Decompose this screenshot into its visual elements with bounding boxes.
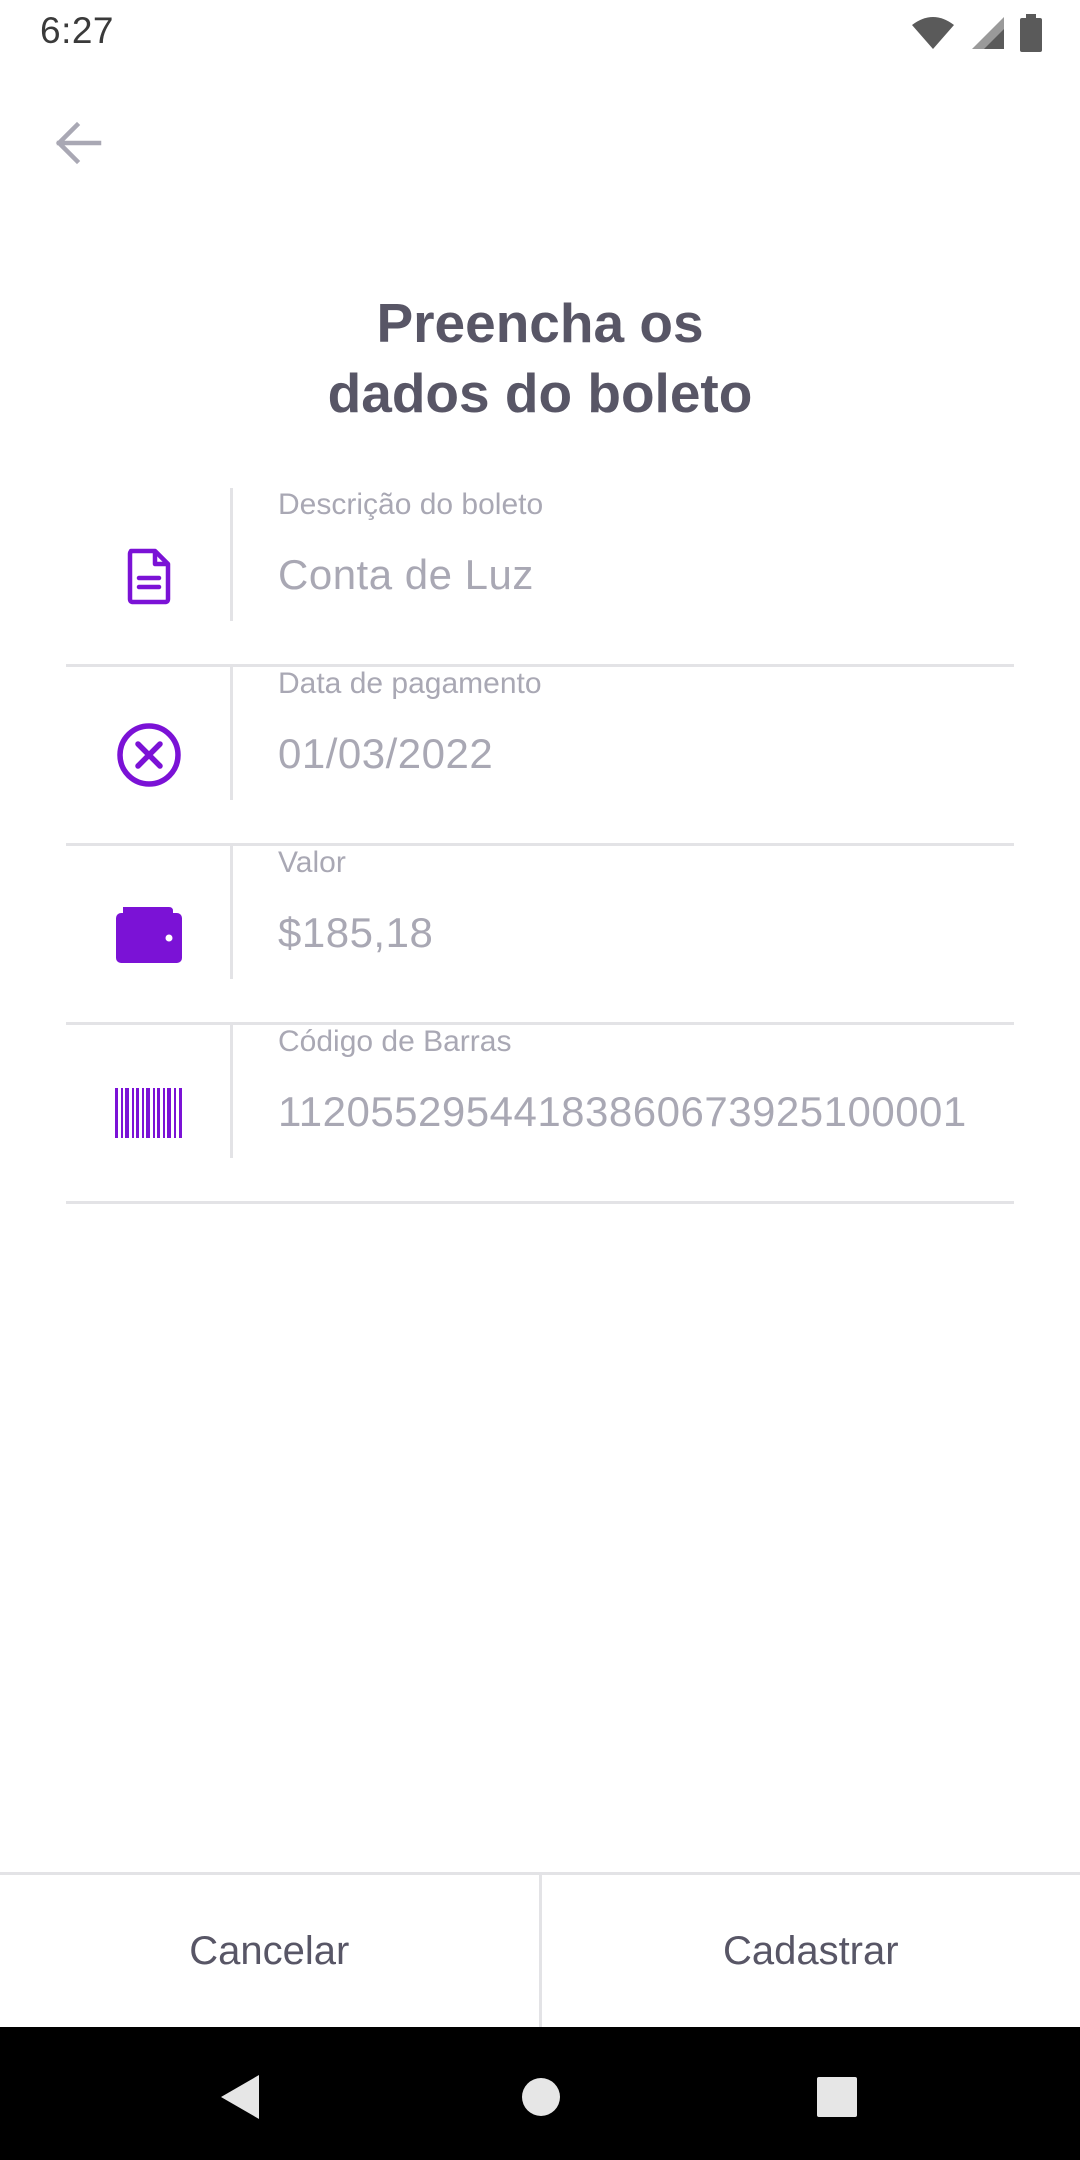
field-icon-wrapper — [66, 667, 232, 843]
bottom-action-bar: Cancelar Cadastrar — [0, 1872, 1080, 2027]
system-nav-bar — [0, 2027, 1080, 2160]
field-row-amount[interactable]: Valor $185,18 — [66, 846, 1014, 1025]
field-row-description[interactable]: Descrição do boleto Conta de Luz — [66, 488, 1014, 667]
status-icons — [910, 14, 1042, 52]
amount-input[interactable]: $185,18 — [278, 909, 433, 957]
field-divider — [230, 667, 233, 800]
amount-label: Valor — [278, 846, 346, 879]
payment-date-input[interactable]: 01/03/2022 — [278, 730, 493, 778]
page-title-line2: dados do boleto — [327, 362, 753, 424]
back-button[interactable] — [44, 112, 112, 174]
wifi-icon — [912, 17, 954, 49]
nav-home-icon — [522, 2078, 560, 2116]
field-row-barcode[interactable]: Código de Barras 11205529544183860673925… — [66, 1025, 1014, 1204]
status-bar: 6:27 — [0, 0, 1080, 70]
x-circle-icon — [117, 723, 181, 787]
field-divider — [230, 1025, 233, 1158]
nav-recents-button[interactable] — [797, 2057, 877, 2137]
payment-date-label: Data de pagamento — [278, 667, 542, 700]
nav-back-icon — [221, 2075, 259, 2119]
field-icon-wrapper — [66, 1025, 232, 1201]
field-icon-wrapper — [66, 846, 232, 1022]
page-title: Preencha os dados do boleto — [0, 288, 1080, 428]
battery-icon — [1020, 14, 1042, 52]
submit-button[interactable]: Cadastrar — [538, 1875, 1080, 2027]
document-icon — [127, 548, 171, 605]
barcode-input[interactable]: 11205529544183860673925100001 — [278, 1088, 967, 1136]
field-divider — [230, 488, 233, 621]
field-row-payment-date[interactable]: Data de pagamento 01/03/2022 — [66, 667, 1014, 846]
page-title-line1: Preencha os — [376, 292, 704, 354]
description-input[interactable]: Conta de Luz — [278, 551, 534, 599]
nav-back-button[interactable] — [200, 2057, 280, 2137]
boleto-form: Descrição do boleto Conta de Luz Data de… — [66, 488, 1014, 1204]
barcode-icon — [115, 1088, 182, 1138]
status-time: 6:27 — [40, 10, 115, 51]
nav-home-button[interactable] — [501, 2057, 581, 2137]
cancel-button[interactable]: Cancelar — [0, 1875, 539, 2027]
description-label: Descrição do boleto — [278, 488, 544, 521]
field-divider — [230, 846, 233, 979]
barcode-label: Código de Barras — [278, 1025, 512, 1058]
wallet-icon — [116, 907, 182, 963]
arrow-left-icon — [55, 121, 102, 165]
cell-signal-icon — [972, 17, 1004, 49]
nav-recents-icon — [817, 2077, 857, 2117]
field-icon-wrapper — [66, 488, 232, 664]
